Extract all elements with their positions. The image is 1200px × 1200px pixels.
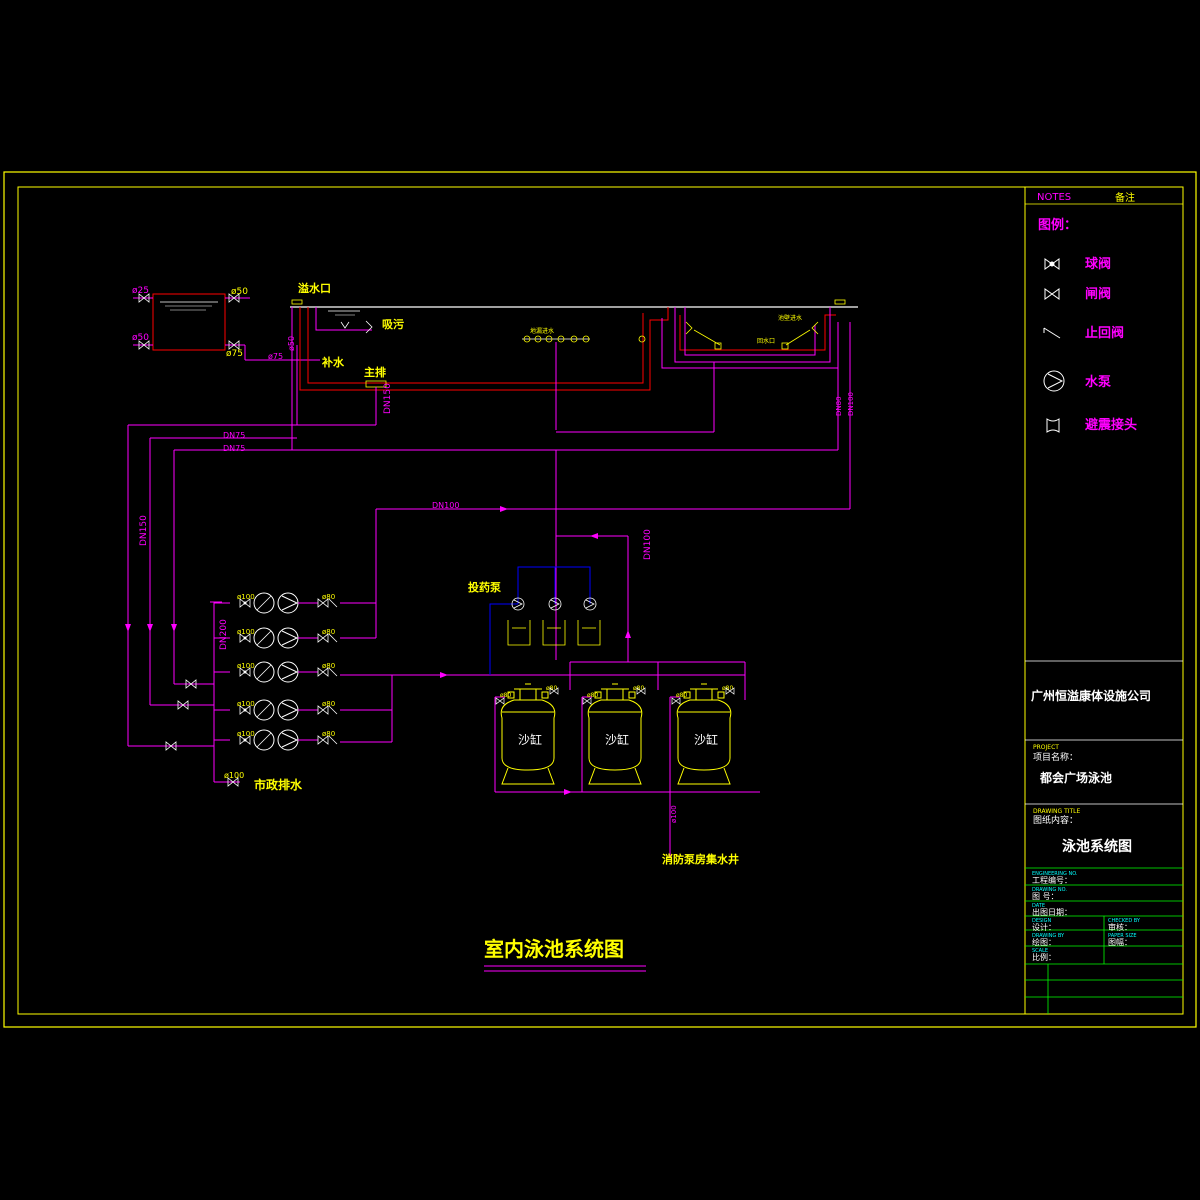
scale-label: 比例： bbox=[1032, 952, 1056, 962]
inner-frame bbox=[17, 186, 1184, 1015]
label-dn75-b: DN75 bbox=[223, 444, 245, 453]
label-phi100: ø100 bbox=[224, 771, 244, 780]
filter-valve-size-label: ø80 bbox=[722, 685, 733, 692]
legend-label-gate-valve: 闸阀 bbox=[1085, 286, 1111, 302]
pump-icon bbox=[277, 592, 299, 614]
label-suction: 吸污 bbox=[382, 317, 404, 331]
label-return-inlet: 回水口 bbox=[757, 337, 775, 345]
paper-label: 图幅： bbox=[1108, 937, 1132, 947]
label-phi75-a: ø75 bbox=[226, 349, 243, 359]
filter-valve-size-label: ø80 bbox=[500, 692, 511, 699]
pump-outlet-size-label: ø80 bbox=[322, 662, 335, 670]
flow-arrows bbox=[125, 506, 631, 795]
outer-frame bbox=[3, 171, 1197, 1028]
label-dn100-vertical: DN100 bbox=[643, 529, 653, 560]
label-wall-inlet: 池壁进水 bbox=[778, 314, 802, 322]
sand-filter-tank: 沙缸 ø80 ø80 bbox=[582, 683, 646, 785]
pump-outlet-size-label: ø80 bbox=[322, 628, 335, 636]
ball-valve-icon bbox=[1044, 258, 1060, 270]
pump-outlet-size-label: ø80 bbox=[322, 730, 335, 738]
sand-filters: 沙缸 ø80 ø80 沙缸 ø80 ø80 沙缸 ø80 ø80 bbox=[495, 683, 735, 785]
pump-inlet-size-label: ø100 bbox=[237, 700, 255, 708]
legend-label-shock-joint: 避震接头 bbox=[1085, 417, 1137, 433]
label-dn200: DN200 bbox=[219, 619, 229, 650]
pump-inlet-size-label: ø100 bbox=[237, 662, 255, 670]
label-overflow: 溢水口 bbox=[298, 281, 331, 295]
pump-row: ø100 ø80 bbox=[237, 699, 338, 721]
label-phi25: ø25 bbox=[132, 286, 149, 296]
sand-tank-label: 沙缸 bbox=[518, 732, 542, 747]
label-dn100-vertical-2: DN100 bbox=[847, 392, 855, 416]
project-en-label: PROJECT bbox=[1033, 744, 1059, 751]
label-phi100-vertical: ø100 bbox=[670, 805, 678, 823]
label-municipal-drain: 市政排水 bbox=[254, 777, 303, 792]
pump-inlet-size-label: ø100 bbox=[237, 628, 255, 636]
label-dn80-vertical: DN80 bbox=[835, 396, 843, 416]
filter-valve-size-label: ø80 bbox=[587, 692, 598, 699]
label-dn150-left: DN150 bbox=[139, 515, 149, 546]
pump-inlet-size-label: ø100 bbox=[237, 730, 255, 738]
sand-filter-tank: 沙缸 ø80 ø80 bbox=[671, 683, 735, 785]
legend-label-ball-valve: 球阀 bbox=[1085, 256, 1111, 272]
pump-inlet-size-label: ø100 bbox=[237, 593, 255, 601]
checked-label: 审核： bbox=[1108, 922, 1132, 932]
pump-icon bbox=[277, 661, 299, 683]
pump-row: ø100 ø80 bbox=[237, 729, 338, 751]
label-makeup: 补水 bbox=[321, 355, 345, 369]
pump-icon bbox=[1043, 370, 1065, 392]
label-fire-pit: 消防泵房集水井 bbox=[662, 852, 739, 866]
pump-icon bbox=[277, 729, 299, 751]
filter-valve-size-label: ø80 bbox=[676, 692, 687, 699]
bypass-valves bbox=[165, 679, 197, 751]
drawing-canvas: NOTES 备注 图例： 球阀 闸阀 止回阀 水泵 避震接头 广州恒溢康体设施公… bbox=[3, 171, 1197, 1028]
pump-outlet-size-label: ø80 bbox=[322, 593, 335, 601]
legend-label-pump: 水泵 bbox=[1085, 374, 1111, 390]
label-phi50-a: ø50 bbox=[231, 287, 248, 297]
label-dn100-horizontal: DN100 bbox=[432, 501, 459, 510]
drawn-label: 绘图： bbox=[1032, 937, 1056, 947]
pump-outlet-size-label: ø80 bbox=[322, 700, 335, 708]
dosing-system bbox=[489, 566, 601, 675]
project-name: 都会广场泳池 bbox=[1039, 770, 1112, 785]
sand-filter-tank: 沙缸 ø80 ø80 bbox=[495, 683, 559, 785]
legend-label-check-valve: 止回阀 bbox=[1085, 325, 1124, 341]
label-dosing-pump: 投药泵 bbox=[468, 580, 501, 594]
pump-row: ø100 ø80 bbox=[237, 627, 338, 649]
check-valve-icon bbox=[1043, 327, 1061, 339]
label-phi75-b: ø75 bbox=[268, 352, 283, 361]
company-name: 广州恒溢康体设施公司 bbox=[1031, 688, 1151, 703]
pump-row: ø100 ø80 bbox=[237, 661, 338, 683]
drawing-content-label: 图纸内容： bbox=[1033, 814, 1078, 826]
project-label: 项目名称： bbox=[1033, 751, 1078, 763]
sand-tank-label: 沙缸 bbox=[605, 732, 629, 747]
drawing-title-en-label: DRAWING TITLE bbox=[1033, 808, 1081, 815]
label-phi50-b: ø50 bbox=[132, 333, 149, 343]
main-title: 室内泳池系统图 bbox=[484, 937, 624, 961]
notes-cn-label: 备注 bbox=[1115, 191, 1135, 204]
label-dn150-vertical: DN150 bbox=[383, 383, 393, 414]
design-label: 设计： bbox=[1032, 922, 1056, 932]
shock-absorber-joint-icon bbox=[1046, 418, 1060, 433]
sand-tank-label: 沙缸 bbox=[694, 732, 718, 747]
label-dn75-a: DN75 bbox=[223, 431, 245, 440]
filter-valve-size-label: ø80 bbox=[546, 685, 557, 692]
filter-valve-size-label: ø80 bbox=[633, 685, 644, 692]
legend-title: 图例： bbox=[1038, 217, 1077, 233]
circulation-pumps: ø100 ø80 ø100 ø80 ø100 ø80 ø100 ø80 ø100 ø80 bbox=[237, 592, 338, 751]
pump-row: ø100 ø80 bbox=[237, 592, 338, 614]
drawing-no-label: 图 号： bbox=[1032, 892, 1059, 901]
drawing-name: 泳池系统图 bbox=[1062, 838, 1132, 855]
engineering-no-label: 工程编号： bbox=[1032, 875, 1072, 885]
notes-label: NOTES bbox=[1037, 192, 1071, 203]
label-main-drain: 主排 bbox=[364, 365, 386, 379]
pump-icon bbox=[277, 699, 299, 721]
label-inlet-row: 地漏进水 bbox=[530, 327, 554, 335]
notes-panel: NOTES 备注 图例： 球阀 闸阀 止回阀 水泵 避震接头 广州恒溢康体设施公… bbox=[1024, 187, 1183, 1014]
gate-valve-icon bbox=[1044, 288, 1060, 300]
pump-icon bbox=[277, 627, 299, 649]
date-label: 出图日期： bbox=[1032, 907, 1072, 917]
